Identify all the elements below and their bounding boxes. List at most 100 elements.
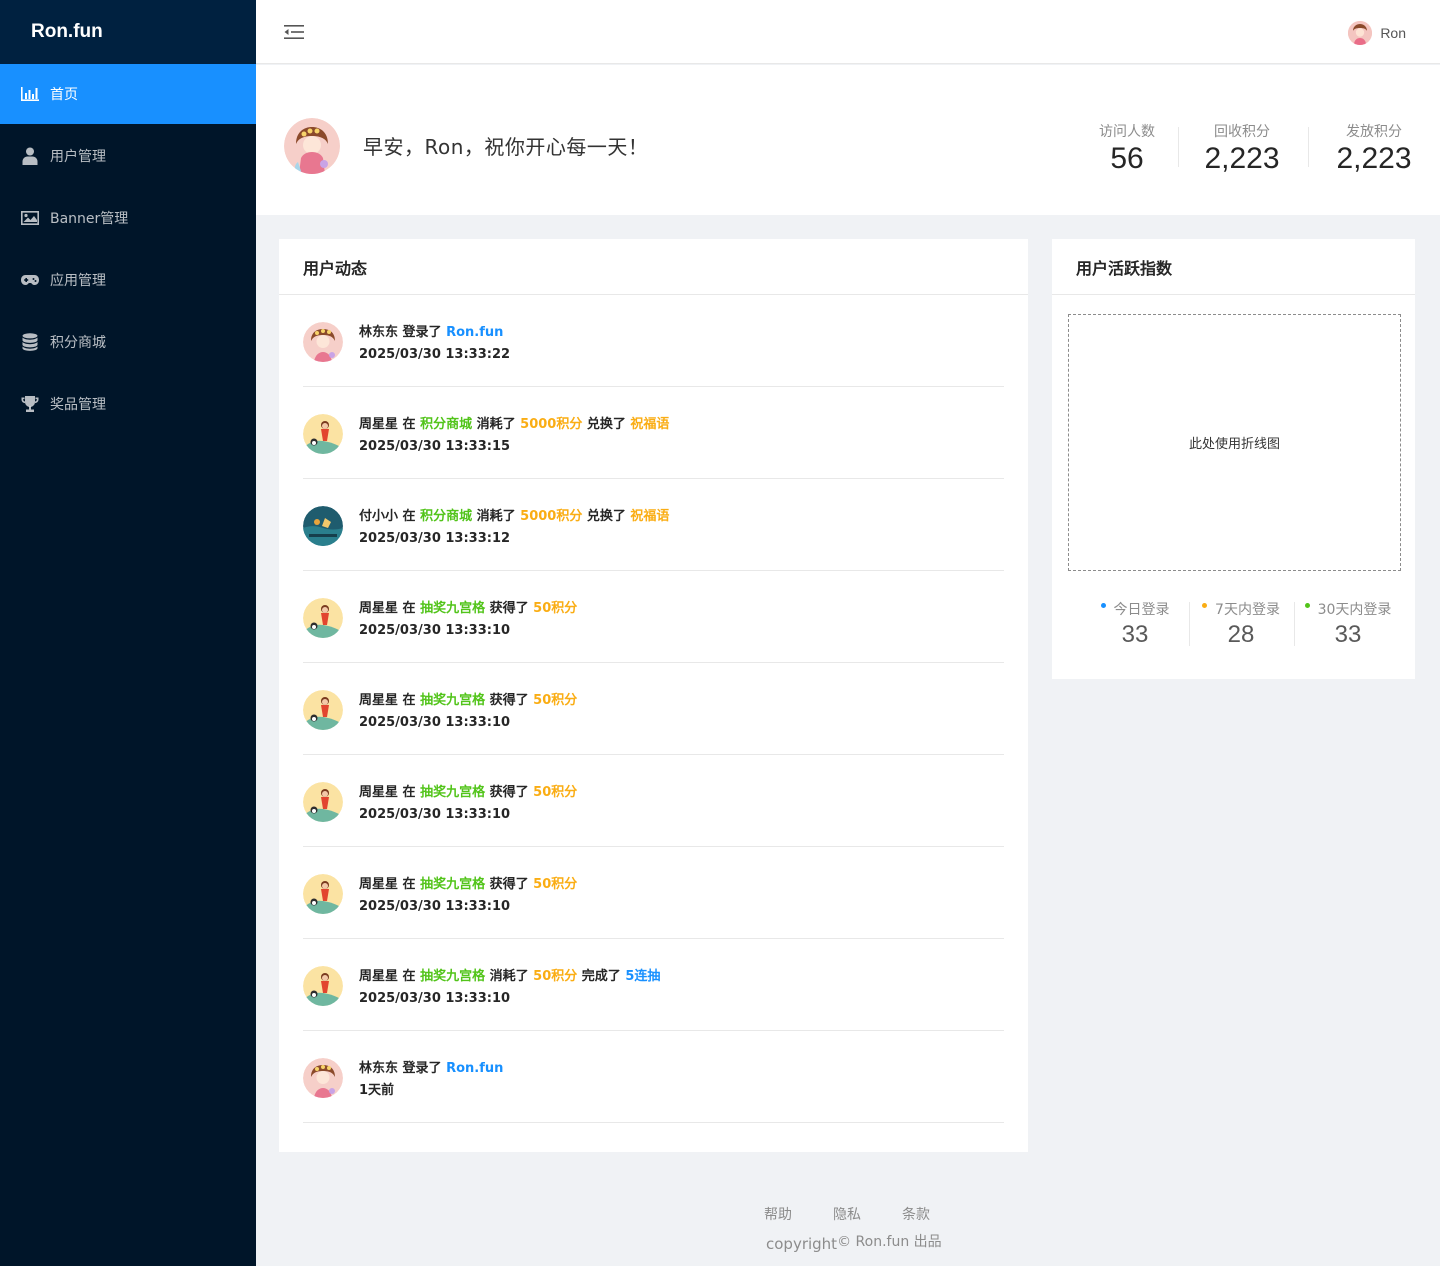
activity-user: 林东东 [359,1061,399,1076]
stat-value: 33 [1334,621,1362,648]
activity-text-part: 获得了 [485,601,534,616]
divider [1294,602,1295,646]
activity-text-part: 在 [398,693,421,708]
activity-content: 周星星 在 抽奖九宫格 获得了 50积分 2025/03/30 13:33:10 [359,598,577,642]
user-icon [20,146,40,166]
avatar [1348,21,1373,45]
divider [1178,127,1179,167]
activity-user: 周星星 [359,969,399,984]
activity-text-part: 在 [398,601,421,616]
activity-text-part: 在 [398,417,421,432]
app-logo[interactable]: Ron.fun [0,0,256,64]
menu-fold-icon[interactable] [282,21,306,43]
top-header: Ron [256,0,1440,64]
activity-text-part: 在 [398,969,421,984]
avatar [303,322,343,362]
activity-text-part: 消耗了 [472,509,521,524]
activity-time: 2025/03/30 13:33:15 [359,439,511,454]
user-name: Ron [1380,25,1406,41]
avatar [303,506,343,546]
activity-highlight: 50积分 [533,877,578,892]
activity-text: 付小小 在 积分商城 消耗了 5000积分 兑换了 祝福语 [359,506,669,528]
stat-30day-login: 30天内登录 33 [1302,599,1394,649]
sidebar-item-users[interactable]: 用户管理 [0,126,256,186]
activity-user: 林东东 [359,325,399,340]
user-menu[interactable]: Ron [1348,20,1406,46]
activity-text: 林东东 登录了 Ron.fun [359,322,510,344]
avatar [303,966,343,1006]
activity-text-part: 获得了 [485,693,534,708]
activity-content: 林东东 登录了 Ron.fun 1天前 [359,1058,503,1102]
list-item: 周星星 在 抽奖九宫格 消耗了 50积分 完成了 5连抽 2025/03/30 1… [303,939,1004,1031]
sidebar-item-points-mall[interactable]: 积分商城 [0,312,256,372]
user-activity-card: 用户动态 林东东 登录了 Ron.fun 2025/03/30 13:33:22 周… [279,239,1028,1152]
activity-text: 林东东 登录了 Ron.fun [359,1058,503,1080]
activity-text: 周星星 在 抽奖九宫格 消耗了 50积分 完成了 5连抽 [359,966,660,988]
card-title: 用户活跃指数 [1052,239,1415,295]
footer-link-terms[interactable]: 条款 [902,1204,930,1224]
greeting-text: 早安，Ron，祝你开心每一天！ [363,135,649,159]
stat-visitors: 访问人数 56 [1096,121,1158,176]
activity-user: 付小小 [359,509,399,524]
footer-link-help[interactable]: 帮助 [764,1204,792,1224]
activity-highlight: 5000积分 [520,417,583,432]
database-icon [20,332,40,352]
activity-highlight: 50积分 [533,601,578,616]
activity-highlight: 积分商城 [420,417,473,432]
activity-user: 周星星 [359,693,399,708]
activity-list: 林东东 登录了 Ron.fun 2025/03/30 13:33:22 周星星 在 … [279,295,1028,1123]
activity-text: 周星星 在 抽奖九宫格 获得了 50积分 [359,690,577,712]
sidebar-item-apps[interactable]: 应用管理 [0,250,256,310]
sidebar-item-label: 奖品管理 [50,397,106,413]
stat-label: 7天内登录 [1215,602,1280,618]
activity-highlight: 5000积分 [520,509,583,524]
activity-text-part: 完成了 [577,969,626,984]
stat-label: 发放积分 [1346,124,1402,140]
stat-value: 2,223 [1204,142,1280,175]
avatar [303,414,343,454]
activity-time: 2025/03/30 13:33:10 [359,899,511,914]
activity-time: 2025/03/30 13:33:10 [359,715,511,730]
status-dot [1202,602,1208,608]
activity-text-part: 在 [398,509,421,524]
activity-highlight: 50积分 [533,693,578,708]
activity-highlight: 抽奖九宫格 [420,877,486,892]
footer-link-privacy[interactable]: 隐私 [833,1204,861,1224]
activity-text-part: 登录了 [398,325,447,340]
activity-highlight: Ron.fun [446,325,504,340]
sidebar-item-label: 用户管理 [50,149,106,165]
welcome-panel: 早安，Ron，祝你开心每一天！ 访问人数 56 回收积分 2,223 发放积分 … [256,65,1440,215]
divider [1189,602,1190,646]
copyright-text: © Ron.fun 出品 [837,1234,942,1250]
divider [1308,127,1309,167]
bar-chart-icon [20,84,40,104]
activity-content: 周星星 在 抽奖九宫格 获得了 50积分 2025/03/30 13:33:10 [359,690,577,734]
activity-highlight: 祝福语 [630,509,670,524]
avatar [303,782,343,822]
activity-text-part: 兑换了 [582,417,631,432]
activity-text-part: 消耗了 [472,417,521,432]
sidebar-item-banner[interactable]: Banner管理 [0,188,256,248]
sidebar-item-prizes[interactable]: 奖品管理 [0,374,256,434]
image-icon [20,208,40,228]
activity-highlight: 50积分 [533,785,578,800]
activity-content: 付小小 在 积分商城 消耗了 5000积分 兑换了 祝福语 2025/03/30 … [359,506,669,550]
line-chart-placeholder: 此处使用折线图 [1068,314,1401,571]
activity-highlight: 积分商城 [420,509,473,524]
activity-text: 周星星 在 抽奖九宫格 获得了 50积分 [359,874,577,896]
activity-text-part: 消耗了 [485,969,534,984]
copyright-word: copyright [766,1235,838,1253]
activity-highlight: 5连抽 [625,969,661,984]
stat-value: 2,223 [1336,142,1412,175]
sidebar-item-home[interactable]: 首页 [0,64,256,124]
list-item: 周星星 在 抽奖九宫格 获得了 50积分 2025/03/30 13:33:10 [303,663,1004,755]
stat-label: 今日登录 [1113,602,1170,618]
sidebar-item-label: 首页 [50,87,78,103]
activity-text-part: 获得了 [485,877,534,892]
list-item: 周星星 在 抽奖九宫格 获得了 50积分 2025/03/30 13:33:10 [303,755,1004,847]
card-title: 用户动态 [279,239,1028,295]
activity-highlight: 抽奖九宫格 [420,693,486,708]
sidebar: Ron.fun 首页 用户管理 Banner管理 应用管理 积分商城 奖品管理 [0,0,256,1266]
activity-content: 周星星 在 抽奖九宫格 获得了 50积分 2025/03/30 13:33:10 [359,782,577,826]
footer-links: 帮助 隐私 条款 [764,1204,930,1224]
